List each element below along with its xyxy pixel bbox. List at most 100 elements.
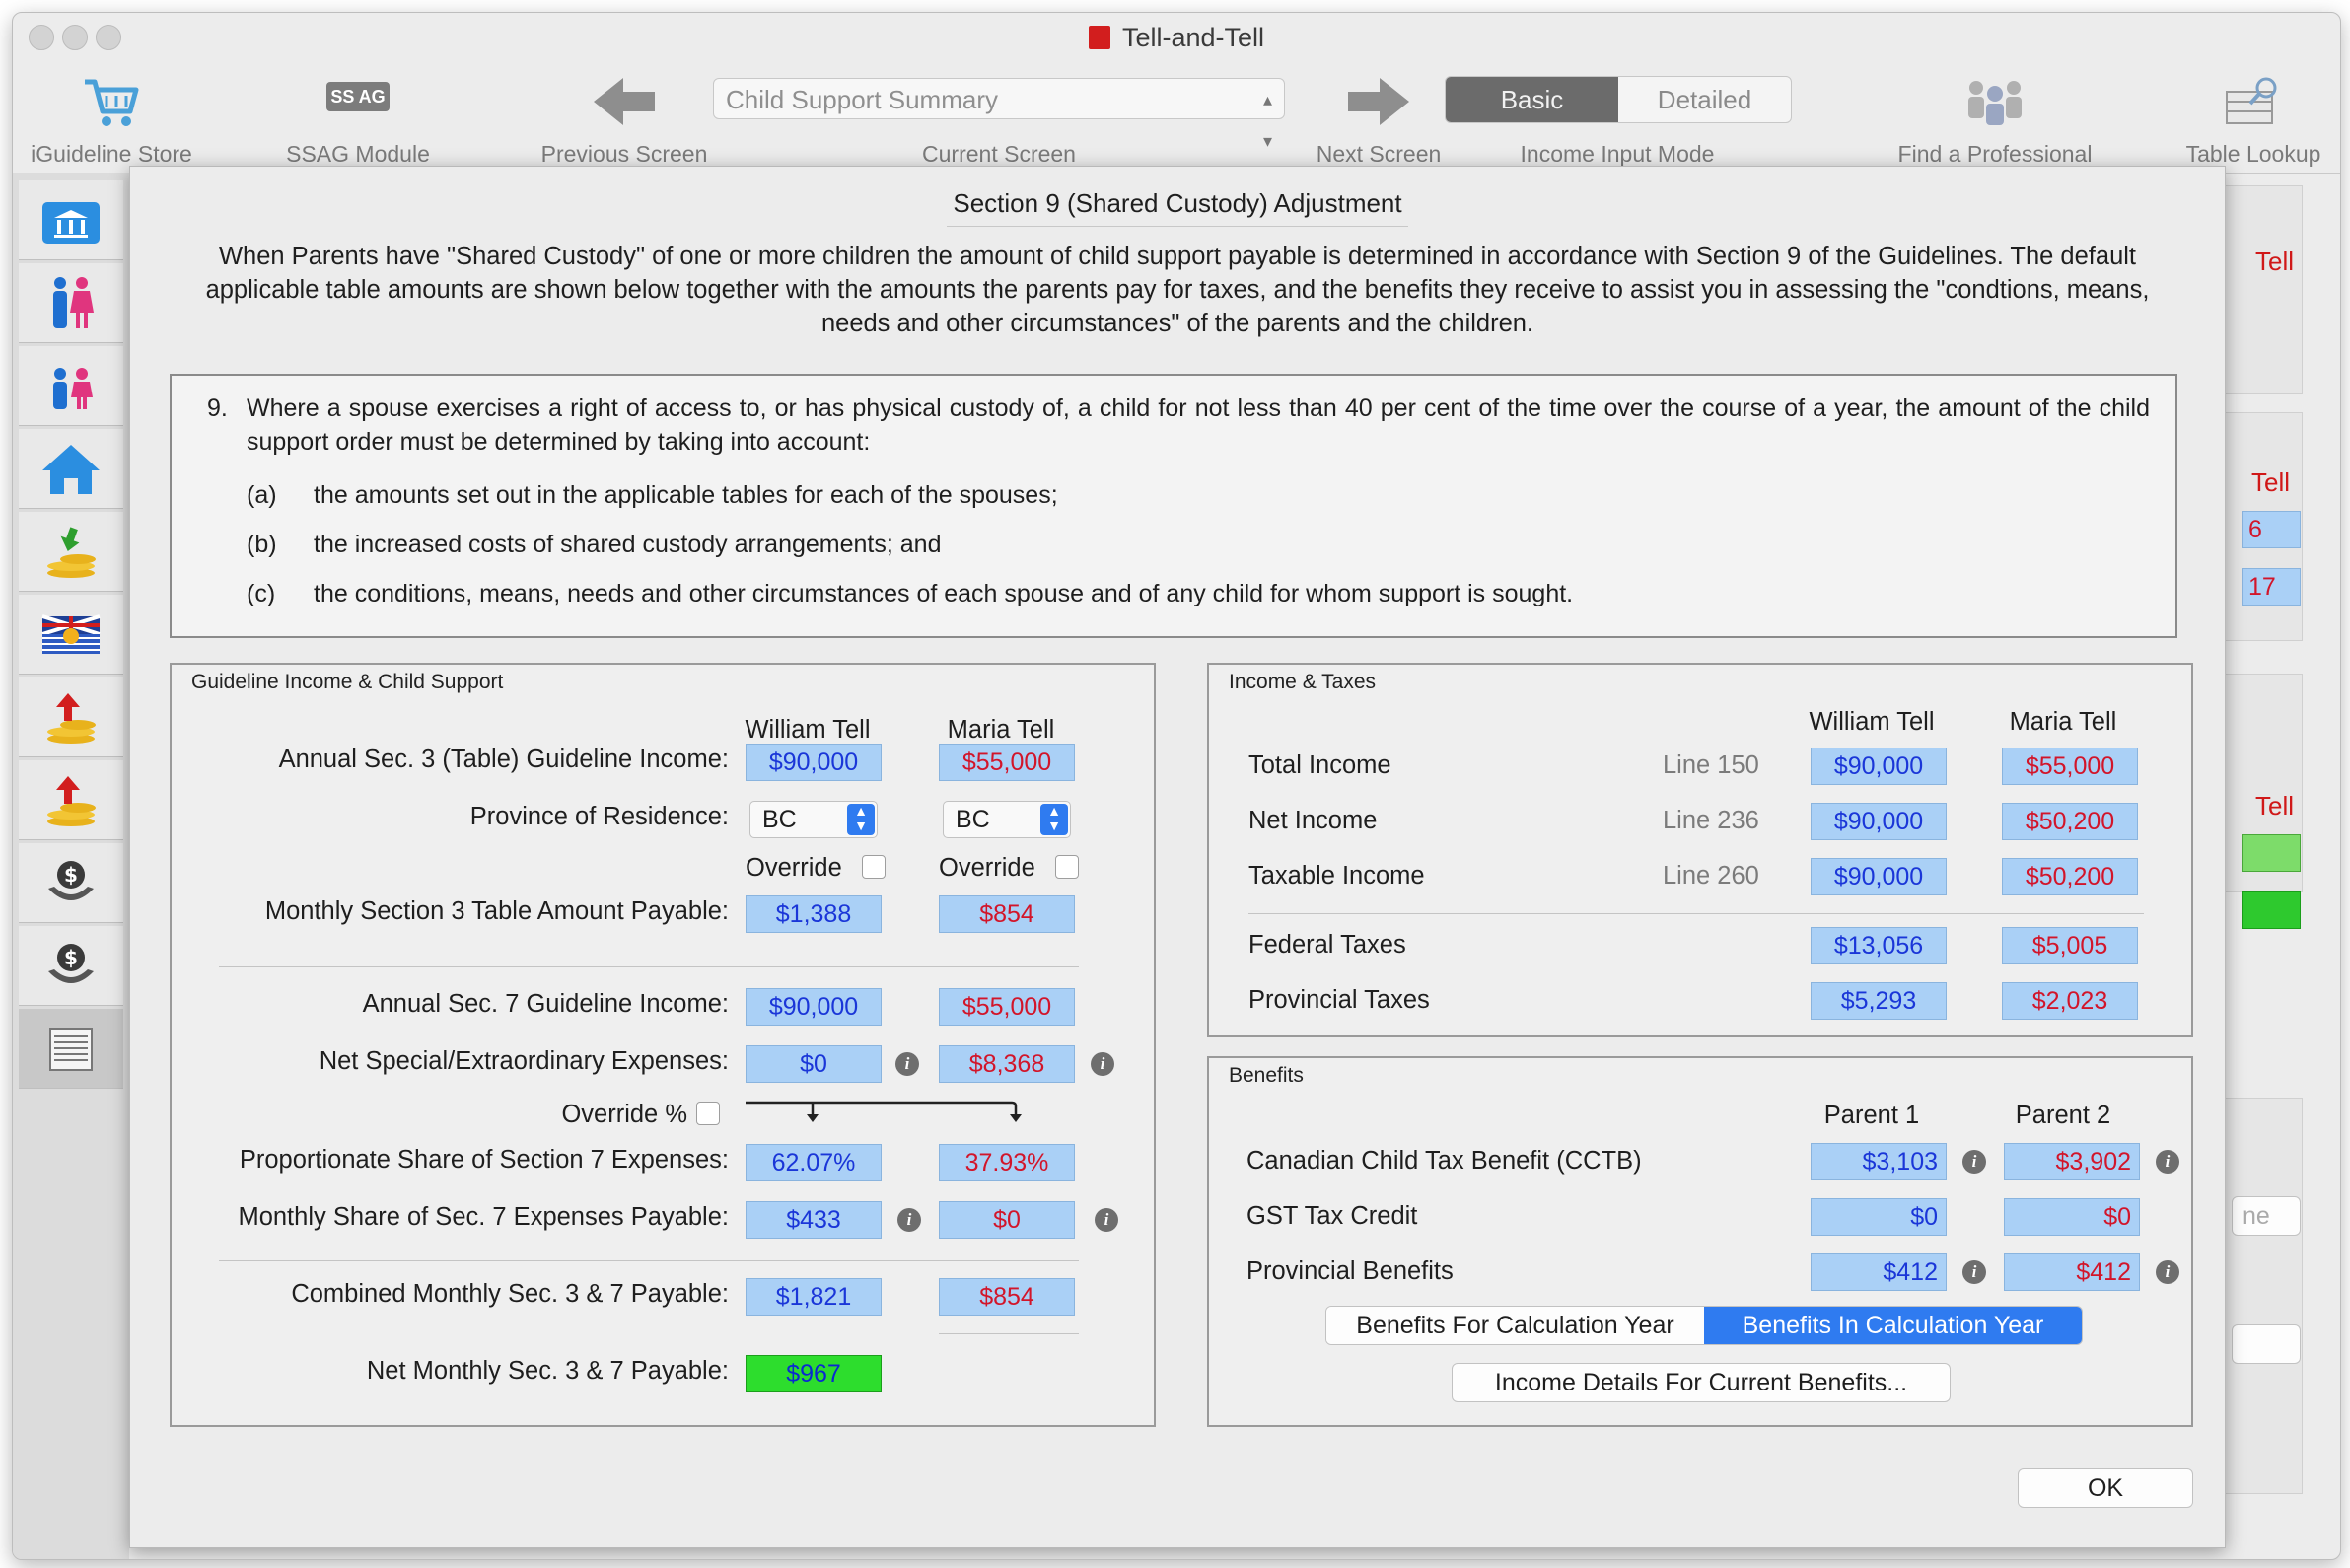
info-icon[interactable]: i	[1091, 1052, 1114, 1076]
ok-button[interactable]: OK	[2018, 1468, 2193, 1508]
province-select-p2[interactable]: BC ▲ ▼	[943, 801, 1071, 838]
cctb-p1[interactable]: $3,103	[1811, 1143, 1947, 1180]
net-special-p2[interactable]: $8,368	[939, 1045, 1075, 1083]
sidebar-item-province[interactable]	[19, 595, 123, 675]
info-icon[interactable]: i	[897, 1208, 921, 1232]
children-icon	[53, 368, 93, 409]
net-monthly-label: Net Monthly Sec. 3 & 7 Payable:	[366, 1357, 729, 1385]
column-header-parent-2: Maria Tell	[947, 716, 1055, 744]
sidebar-item-expenses-1[interactable]	[19, 677, 123, 757]
cctb-p2[interactable]: $3,902	[2004, 1143, 2140, 1180]
sidebar-item-children[interactable]	[19, 346, 123, 426]
net-income-label: Net Income	[1248, 807, 1378, 834]
ssag-icon: SS AG	[326, 82, 390, 111]
current-screen-select[interactable]: Child Support Summary ▴ ▾	[713, 78, 1285, 151]
monthly-s7-p1[interactable]: $433	[746, 1201, 882, 1239]
find-pro-label: Find a Professional	[1897, 141, 2093, 167]
combined-p1[interactable]: $1,821	[746, 1278, 882, 1316]
net-special-p1[interactable]: $0	[746, 1045, 882, 1083]
override-checkbox-p2[interactable]	[1055, 855, 1079, 879]
total-income-p1[interactable]: $90,000	[1811, 748, 1947, 785]
prop-share-p1[interactable]: 62.07%	[746, 1144, 882, 1181]
provincial-taxes-p1[interactable]: $5,293	[1811, 982, 1947, 1020]
taxable-income-p2[interactable]: $50,200	[2002, 858, 2138, 895]
sidebar-item-support-1[interactable]: $	[19, 843, 123, 923]
canada-flag-icon	[1088, 26, 1110, 49]
provincial-taxes-label: Provincial Taxes	[1248, 986, 1430, 1014]
prop-share-p2[interactable]: 37.93%	[939, 1144, 1075, 1181]
income-details-button[interactable]: Income Details For Current Benefits...	[1452, 1363, 1951, 1402]
info-icon[interactable]: i	[2156, 1260, 2179, 1284]
sidebar-item-parents[interactable]	[19, 263, 123, 343]
override-checkbox-p1[interactable]	[862, 855, 886, 879]
net-income-p2[interactable]: $50,200	[2002, 803, 2138, 840]
sidebar-item-summary[interactable]	[19, 1009, 123, 1089]
sidebar-item-institution[interactable]	[19, 180, 123, 260]
legal-item-key: (b)	[247, 531, 277, 558]
bank-folder-icon	[42, 202, 100, 244]
provincial-taxes-p2[interactable]: $2,023	[2002, 982, 2138, 1020]
monthly-s3-p1[interactable]: $1,388	[746, 895, 882, 933]
legal-item-key: (c)	[247, 580, 276, 607]
info-icon[interactable]: i	[1962, 1150, 1986, 1174]
federal-taxes-p2[interactable]: $5,005	[2002, 927, 2138, 964]
monthly-s3-label: Monthly Section 3 Table Amount Payable:	[264, 897, 729, 925]
info-icon[interactable]: i	[1962, 1260, 1986, 1284]
annual-s7-p1[interactable]: $90,000	[746, 988, 882, 1026]
section-9-text: 9. Where a spouse exercises a right of a…	[170, 374, 2177, 638]
override-pct-label: Override %	[561, 1101, 687, 1128]
taxable-income-p1[interactable]: $90,000	[1811, 858, 1947, 895]
sidebar-item-home[interactable]	[19, 429, 123, 509]
legal-item-text: the amounts set out in the applicable ta…	[314, 481, 1058, 509]
cctb-label: Canadian Child Tax Benefit (CCTB)	[1246, 1147, 1642, 1175]
chevron-updown-icon: ▴ ▾	[1262, 90, 1272, 151]
mode-basic-button[interactable]: Basic	[1446, 77, 1618, 122]
sidebar: $ $	[13, 173, 129, 1559]
annual-s7-p2[interactable]: $55,000	[939, 988, 1075, 1026]
divider	[219, 966, 1079, 967]
monthly-s3-p2[interactable]: $854	[939, 895, 1075, 933]
override-pct-checkbox[interactable]	[696, 1102, 720, 1125]
money-hands-icon: $	[48, 944, 94, 983]
combined-p2[interactable]: $854	[939, 1278, 1075, 1316]
sidebar-item-expenses-2[interactable]	[19, 760, 123, 840]
bc-flag-icon	[41, 614, 101, 654]
annual-s3-p2[interactable]: $55,000	[939, 744, 1075, 781]
gst-p2[interactable]: $0	[2004, 1198, 2140, 1236]
divider	[939, 1333, 1079, 1334]
background-field: ne	[2232, 1196, 2301, 1236]
sidebar-item-support-2[interactable]: $	[19, 926, 123, 1006]
provincial-benefits-label: Provincial Benefits	[1246, 1257, 1454, 1285]
group-title: Benefits	[1229, 1064, 1304, 1087]
background-green-2	[2242, 891, 2301, 929]
svg-text:$: $	[64, 863, 78, 887]
group-title: Income & Taxes	[1229, 671, 1377, 693]
shopping-cart-icon	[85, 79, 139, 126]
benefits-for-calc-year-button[interactable]: Benefits For Calculation Year	[1326, 1307, 1704, 1344]
store-label: iGuideline Store	[31, 141, 192, 167]
federal-taxes-p1[interactable]: $13,056	[1811, 927, 1947, 964]
total-income-p2[interactable]: $55,000	[2002, 748, 2138, 785]
provincial-benefits-p2[interactable]: $412	[2004, 1253, 2140, 1291]
title-bar: Tell-and-Tell	[13, 13, 2340, 64]
gst-p1[interactable]: $0	[1811, 1198, 1947, 1236]
line-236-label: Line 236	[1663, 807, 1759, 834]
background-value-1: 6	[2242, 511, 2301, 548]
benefits-in-calc-year-button[interactable]: Benefits In Calculation Year	[1704, 1307, 2082, 1344]
annual-s3-p1[interactable]: $90,000	[746, 744, 882, 781]
net-monthly-value[interactable]: $967	[746, 1355, 882, 1392]
background-tell-2: Tell	[2251, 467, 2291, 497]
info-icon[interactable]: i	[895, 1052, 919, 1076]
mode-detailed-button[interactable]: Detailed	[1618, 77, 1791, 122]
net-income-p1[interactable]: $90,000	[1811, 803, 1947, 840]
monthly-s7-label: Monthly Share of Sec. 7 Expenses Payable…	[238, 1203, 729, 1231]
monthly-s7-p2[interactable]: $0	[939, 1201, 1075, 1239]
info-icon[interactable]: i	[1095, 1208, 1118, 1232]
provincial-benefits-p1[interactable]: $412	[1811, 1253, 1947, 1291]
stepper-icon: ▲ ▼	[847, 804, 875, 835]
info-icon[interactable]: i	[2156, 1150, 2179, 1174]
income-input-mode-toggle: Basic Detailed	[1445, 76, 1792, 123]
stepper-icon: ▲ ▼	[1040, 804, 1068, 835]
sidebar-item-income[interactable]	[19, 512, 123, 592]
province-select-p1[interactable]: BC ▲ ▼	[749, 801, 878, 838]
